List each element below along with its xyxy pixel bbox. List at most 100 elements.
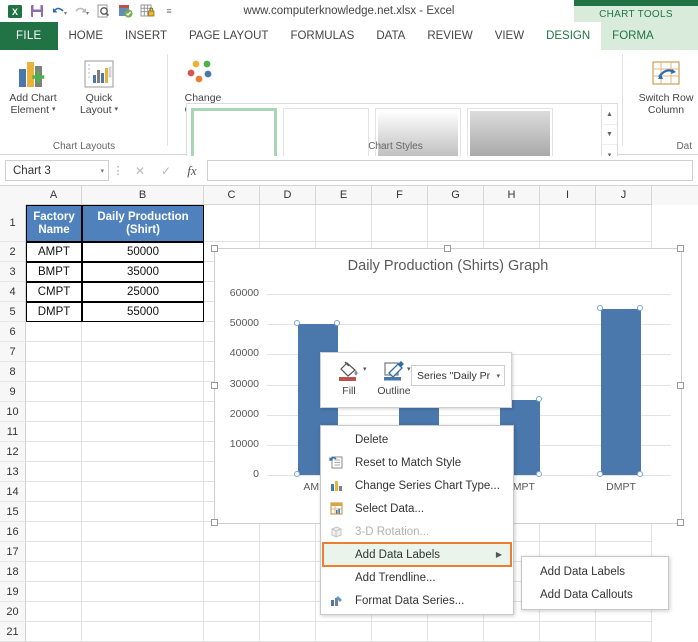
grid-cell[interactable] — [26, 562, 82, 582]
menu-item-change-series-chart-type[interactable]: Change Series Chart Type... — [321, 474, 513, 497]
menu-item-delete[interactable]: Delete — [321, 428, 513, 451]
column-header-C[interactable]: C — [204, 186, 260, 205]
formula-input[interactable] — [207, 160, 693, 181]
cell-B2[interactable]: 50000 — [82, 242, 204, 262]
cell-A2[interactable]: AMPT — [26, 242, 82, 262]
grid-cell[interactable] — [82, 442, 204, 462]
customize-qat-icon[interactable]: ≡ — [158, 1, 180, 21]
row-header-3[interactable]: 3 — [0, 262, 26, 282]
row-header-11[interactable]: 11 — [0, 422, 26, 442]
grid-cell[interactable] — [372, 622, 428, 642]
chart-bar[interactable] — [601, 309, 641, 475]
grid-cell[interactable] — [204, 602, 260, 622]
redo-dropdown-caret[interactable]: ▾ — [86, 10, 89, 17]
grid-cell[interactable] — [82, 462, 204, 482]
chart-selection-handle[interactable] — [677, 519, 684, 526]
protect-sheet-icon[interactable] — [136, 1, 158, 21]
grid-cell[interactable] — [260, 582, 316, 602]
row-header-1[interactable]: 1 — [0, 205, 26, 242]
scroll-up-icon[interactable]: ▲ — [602, 105, 617, 125]
series-selection-handle[interactable] — [294, 471, 300, 477]
name-box[interactable]: Chart 3 ▾ — [5, 160, 109, 181]
row-header-6[interactable]: 6 — [0, 322, 26, 342]
save-icon[interactable] — [26, 1, 48, 21]
ribbon-tab-bar[interactable]: FILE HOME INSERT PAGE LAYOUT FORMULAS DA… — [0, 22, 698, 50]
chart-title[interactable]: Daily Production (Shirts) Graph — [215, 258, 681, 274]
cell-B3[interactable]: 35000 — [82, 262, 204, 282]
grid-cell[interactable] — [260, 562, 316, 582]
tab-view[interactable]: VIEW — [484, 22, 535, 50]
grid-cell[interactable] — [204, 582, 260, 602]
grid-cell[interactable] — [260, 542, 316, 562]
tab-home[interactable]: HOME — [58, 22, 115, 50]
row-header-14[interactable]: 14 — [0, 482, 26, 502]
grid-cell[interactable] — [82, 402, 204, 422]
column-header-B[interactable]: B — [82, 186, 204, 205]
series-selector-dropdown[interactable]: Series "Daily Pr ▾ — [411, 365, 505, 386]
grid-cell[interactable] — [26, 342, 82, 362]
outline-dropdown-caret[interactable]: ▾ — [407, 365, 411, 373]
row-header-5[interactable]: 5 — [0, 302, 26, 322]
undo-dropdown-caret[interactable]: ▾ — [64, 10, 67, 17]
grid-cell[interactable] — [428, 205, 484, 242]
fill-dropdown-caret[interactable]: ▾ — [363, 365, 367, 373]
grid-cell[interactable] — [204, 622, 260, 642]
cancel-icon[interactable]: ✕ — [127, 160, 153, 181]
submenu-item-add-data-callouts[interactable]: Add Data Callouts — [522, 583, 668, 606]
tab-review[interactable]: REVIEW — [416, 22, 483, 50]
chart-selection-handle[interactable] — [677, 382, 684, 389]
grid-cell[interactable] — [82, 502, 204, 522]
grid-cell[interactable] — [26, 582, 82, 602]
chart-style-option-4[interactable] — [467, 108, 553, 160]
menu-item-add-trendline[interactable]: Add Trendline... — [321, 566, 513, 589]
chevron-down-icon[interactable]: ▾ — [496, 372, 500, 380]
chart-selection-handle[interactable] — [211, 382, 218, 389]
tab-insert[interactable]: INSERT — [114, 22, 178, 50]
grid-cell[interactable] — [82, 622, 204, 642]
add-chart-element-button[interactable]: Add Chart Element ▾ — [2, 56, 64, 116]
context-menu[interactable]: Delete Reset to Match Style Change Serie… — [320, 425, 514, 615]
grid-cell[interactable] — [260, 205, 316, 242]
column-header-E[interactable]: E — [316, 186, 372, 205]
switch-row-column-button[interactable]: Switch Row Column — [631, 56, 698, 116]
mini-toolbar[interactable]: Fill ▾ Outline ▾ Series "Daily Pr ▾ — [320, 352, 512, 408]
series-selection-handle[interactable] — [637, 305, 643, 311]
row-header-7[interactable]: 7 — [0, 342, 26, 362]
chevron-down-icon[interactable]: ▾ — [52, 104, 56, 116]
series-selection-handle[interactable] — [597, 305, 603, 311]
grid-cell[interactable] — [484, 622, 540, 642]
grid-cell[interactable] — [82, 422, 204, 442]
column-header-I[interactable]: I — [540, 186, 596, 205]
row-header-13[interactable]: 13 — [0, 462, 26, 482]
grid-cell[interactable] — [204, 205, 260, 242]
grid-cell[interactable] — [596, 522, 652, 542]
grid-cell[interactable] — [372, 205, 428, 242]
grid-cell[interactable] — [26, 542, 82, 562]
grid-cell[interactable] — [26, 522, 82, 542]
grid-cell[interactable] — [26, 622, 82, 642]
cell-B1[interactable]: Daily Production (Shirt) — [82, 205, 204, 242]
series-selection-handle[interactable] — [637, 471, 643, 477]
tab-formulas[interactable]: FORMULAS — [279, 22, 365, 50]
grid-cell[interactable] — [484, 205, 540, 242]
menu-item-format-data-series[interactable]: Format Data Series... — [321, 589, 513, 612]
undo-icon[interactable]: ▾ — [48, 1, 70, 21]
grid-cell[interactable] — [26, 402, 82, 422]
formula-bar-grip[interactable]: ⋮ — [109, 164, 127, 177]
quick-access-toolbar[interactable]: X ▾ ▾ ≡ — [0, 0, 180, 22]
menu-item-reset-to-match-style[interactable]: Reset to Match Style — [321, 451, 513, 474]
grid-cell[interactable] — [82, 582, 204, 602]
series-selection-handle[interactable] — [536, 471, 542, 477]
chart-selection-handle[interactable] — [211, 245, 218, 252]
grid-cell[interactable] — [82, 482, 204, 502]
row-header-10[interactable]: 10 — [0, 402, 26, 422]
grid-cell[interactable] — [260, 602, 316, 622]
cell-A1[interactable]: Factory Name — [26, 205, 82, 242]
enter-icon[interactable]: ✓ — [153, 160, 179, 181]
row-header-15[interactable]: 15 — [0, 502, 26, 522]
submenu-item-add-data-labels[interactable]: Add Data Labels — [522, 560, 668, 583]
grid-cell[interactable] — [260, 522, 316, 542]
row-header-21[interactable]: 21 — [0, 622, 26, 642]
row-header-9[interactable]: 9 — [0, 382, 26, 402]
tab-design[interactable]: DESIGN — [535, 22, 602, 50]
